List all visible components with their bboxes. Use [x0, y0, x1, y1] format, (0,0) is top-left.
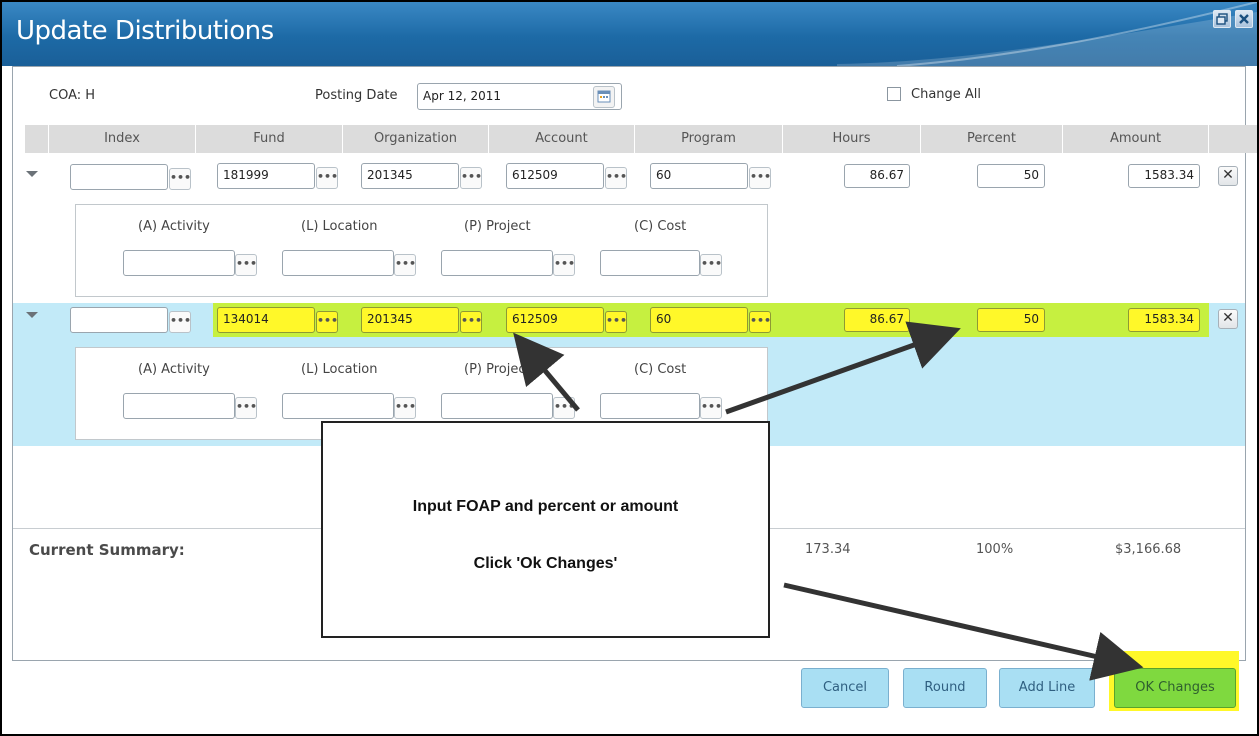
- arrow-to-foap-fields: [513, 332, 580, 412]
- annotation-arrows: [513, 321, 1144, 681]
- arrow-to-ok-changes: [783, 582, 1144, 681]
- arrow-to-percent-field: [725, 321, 961, 415]
